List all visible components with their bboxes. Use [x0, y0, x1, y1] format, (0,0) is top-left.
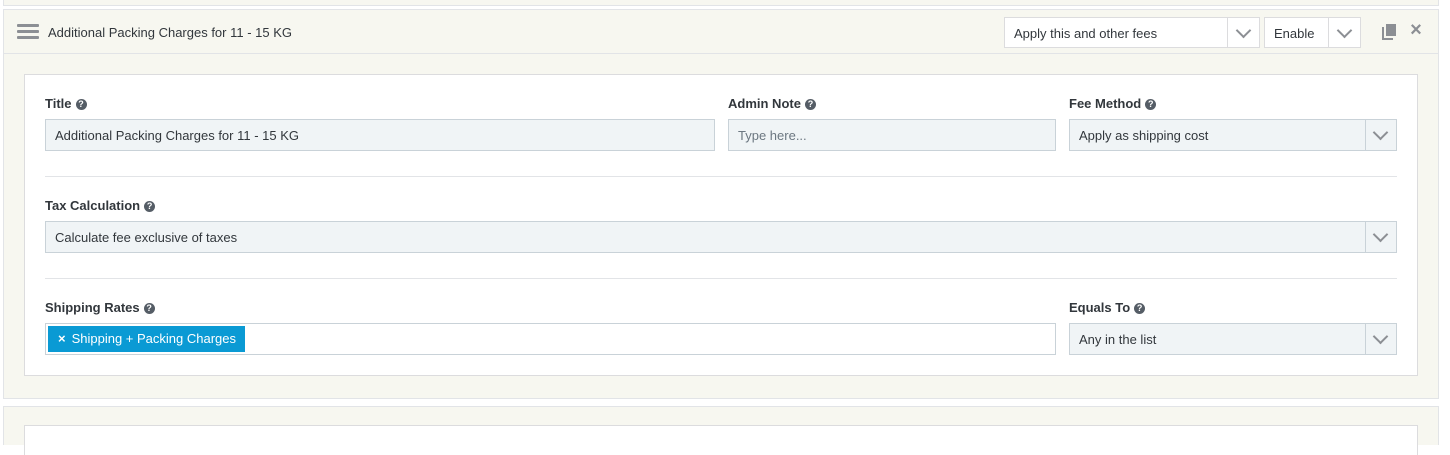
selected-tag: × Shipping + Packing Charges — [48, 326, 246, 352]
help-icon[interactable]: ? — [1134, 303, 1146, 314]
chevron-down-icon[interactable] — [1365, 324, 1396, 354]
equals-to-label: Equals To? — [1069, 300, 1146, 315]
fee-method-label: Fee Method? — [1069, 96, 1157, 111]
drag-handle-icon[interactable] — [17, 24, 39, 40]
shipping-rates-multiselect[interactable]: × Shipping + Packing Charges — [45, 323, 1056, 355]
fee-method-value: Apply as shipping cost — [1079, 128, 1209, 143]
admin-note-input[interactable]: Type here... — [728, 119, 1056, 151]
previous-panel-edge — [3, 0, 1439, 6]
fee-method-select[interactable]: Apply as shipping cost — [1069, 119, 1397, 151]
shipping-rates-label-text: Shipping Rates — [45, 300, 140, 315]
fee-panel: Additional Packing Charges for 11 - 15 K… — [3, 9, 1439, 399]
apply-mode-value: Apply this and other fees — [1014, 26, 1158, 41]
tax-calculation-select[interactable]: Calculate fee exclusive of taxes — [45, 221, 1397, 253]
fee-panel-header: Additional Packing Charges for 11 - 15 K… — [4, 10, 1438, 54]
status-select[interactable]: Enable — [1264, 17, 1361, 48]
panel-title: Additional Packing Charges for 11 - 15 K… — [48, 25, 293, 40]
title-input-value: Additional Packing Charges for 11 - 15 K… — [55, 128, 300, 143]
next-fee-panel — [3, 406, 1439, 455]
admin-note-placeholder: Type here... — [738, 128, 807, 143]
chevron-down-icon[interactable] — [1227, 18, 1259, 47]
divider — [45, 278, 1397, 279]
next-fee-panel-body — [24, 425, 1418, 455]
chevron-down-icon[interactable] — [1365, 222, 1396, 252]
fee-settings-form: Title? Additional Packing Charges for 11… — [24, 74, 1418, 376]
tag-label: Shipping + Packing Charges — [71, 331, 237, 346]
chevron-down-icon[interactable] — [1328, 18, 1360, 47]
title-label-text: Title — [45, 96, 72, 111]
equals-to-label-text: Equals To — [1069, 300, 1131, 315]
duplicate-icon[interactable] — [1382, 24, 1398, 40]
help-icon[interactable]: ? — [144, 201, 156, 212]
admin-note-label-text: Admin Note — [728, 96, 801, 111]
equals-to-value: Any in the list — [1079, 332, 1157, 347]
apply-mode-select[interactable]: Apply this and other fees — [1004, 17, 1260, 48]
status-value: Enable — [1274, 26, 1315, 41]
title-label: Title? — [45, 96, 87, 111]
title-input[interactable]: Additional Packing Charges for 11 - 15 K… — [45, 119, 715, 151]
shipping-rates-label: Shipping Rates? — [45, 300, 155, 315]
divider — [45, 176, 1397, 177]
equals-to-select[interactable]: Any in the list — [1069, 323, 1397, 355]
tax-calculation-label-text: Tax Calculation — [45, 198, 141, 213]
fee-method-label-text: Fee Method — [1069, 96, 1142, 111]
chevron-down-icon[interactable] — [1365, 120, 1396, 150]
admin-note-label: Admin Note? — [728, 96, 816, 111]
help-icon[interactable]: ? — [143, 303, 155, 314]
close-icon[interactable]: × — [1407, 20, 1425, 40]
help-icon[interactable]: ? — [75, 99, 87, 110]
remove-tag-icon[interactable]: × — [58, 331, 66, 346]
help-icon[interactable]: ? — [804, 99, 816, 110]
help-icon[interactable]: ? — [1145, 99, 1157, 110]
tax-calculation-label: Tax Calculation? — [45, 198, 156, 213]
tax-calculation-value: Calculate fee exclusive of taxes — [55, 230, 238, 245]
